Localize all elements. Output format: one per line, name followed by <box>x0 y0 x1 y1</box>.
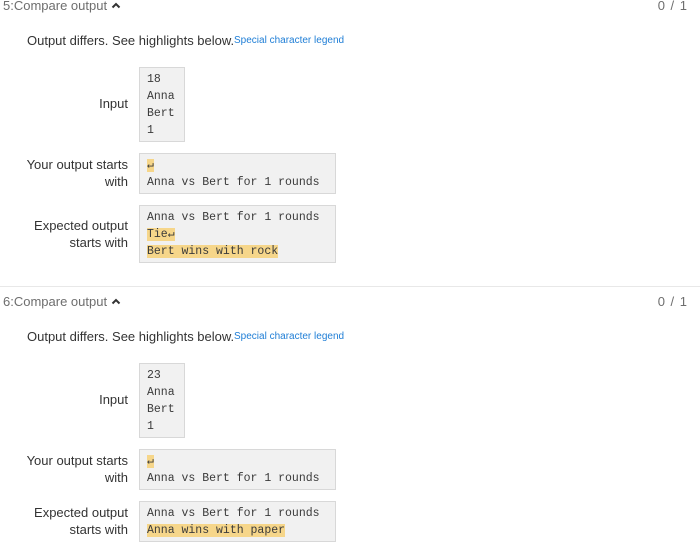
your-output-line: Anna vs Bert for 1 rounds <box>147 472 320 485</box>
your-output-line: ↵ <box>147 157 328 174</box>
expected-output-label-line: starts with <box>69 522 128 537</box>
input-line: Anna <box>147 90 175 103</box>
your-output-label-line: with <box>104 174 128 189</box>
special-character-legend-link[interactable]: Special character legend <box>234 35 344 46</box>
test-case-6: 6:Compare output 0 / 1 Output differs. S… <box>0 294 700 559</box>
test-header[interactable]: 6:Compare output 0 / 1 <box>0 294 700 312</box>
test-case-5: 5:Compare output 0 / 1 Output differs. S… <box>0 0 700 285</box>
diff-highlight: Anna wins with paper <box>147 524 286 537</box>
special-character-legend-link[interactable]: Special character legend <box>234 331 344 342</box>
input-box: 23 Anna Bert 1 <box>139 363 185 438</box>
output-differs-message: Output differs. See highlights below. <box>27 33 235 48</box>
expected-output-line: Anna vs Bert for 1 rounds <box>147 211 320 224</box>
newline-highlight: ↵ <box>147 455 154 468</box>
input-line: 1 <box>147 124 154 137</box>
output-differs-message: Output differs. See highlights below. <box>27 329 235 344</box>
chevron-up-icon[interactable] <box>111 2 121 9</box>
your-output-label-line: Your output starts <box>26 157 128 172</box>
your-output-label: Your output starts with <box>27 156 128 190</box>
diff-highlight: Bert wins with rock <box>147 245 279 258</box>
test-title[interactable]: 6:Compare output <box>3 294 121 309</box>
expected-output-label: Expected output starts with <box>34 217 128 251</box>
test-title-label: 6:Compare output <box>3 294 108 309</box>
input-line: Bert <box>147 403 175 416</box>
input-line: 1 <box>147 420 154 433</box>
expected-output-box: Anna vs Bert for 1 rounds Anna wins with… <box>139 501 336 542</box>
your-output-label-line: Your output starts <box>26 453 128 468</box>
your-output-line: ↵ <box>147 453 328 470</box>
your-output-label: Your output starts with <box>27 452 128 486</box>
input-label: Input <box>99 392 128 407</box>
your-output-box: ↵ Anna vs Bert for 1 rounds <box>139 449 336 490</box>
input-box: 18 Anna Bert 1 <box>139 67 185 142</box>
test-title[interactable]: 5:Compare output <box>3 0 121 13</box>
test-title-label: 5:Compare output <box>3 0 108 13</box>
expected-output-label-line: Expected output <box>34 218 128 233</box>
your-output-box: ↵ Anna vs Bert for 1 rounds <box>139 153 336 194</box>
your-output-line: Anna vs Bert for 1 rounds <box>147 176 320 189</box>
score: 0 / 1 <box>657 0 688 13</box>
expected-output-label-line: starts with <box>69 235 128 250</box>
expected-output-line: Bert wins with rock <box>147 243 328 260</box>
diff-highlight: Tie↵ <box>147 228 175 241</box>
your-output-label-line: with <box>104 470 128 485</box>
test-header[interactable]: 5:Compare output 0 / 1 <box>0 0 700 16</box>
input-line: 18 <box>147 73 161 86</box>
score: 0 / 1 <box>657 294 688 309</box>
chevron-up-icon[interactable] <box>111 298 121 305</box>
input-line: Anna <box>147 386 175 399</box>
input-label: Input <box>99 96 128 111</box>
expected-output-line: Anna vs Bert for 1 rounds <box>147 507 320 520</box>
newline-highlight: ↵ <box>147 159 154 172</box>
divider <box>0 286 700 287</box>
expected-output-box: Anna vs Bert for 1 rounds Tie↵ Bert wins… <box>139 205 336 263</box>
input-line: Bert <box>147 107 175 120</box>
input-line: 23 <box>147 369 161 382</box>
expected-output-label-line: Expected output <box>34 505 128 520</box>
expected-output-label: Expected output starts with <box>34 504 128 538</box>
expected-output-line: Tie↵ <box>147 226 328 243</box>
expected-output-line: Anna wins with paper <box>147 522 328 539</box>
